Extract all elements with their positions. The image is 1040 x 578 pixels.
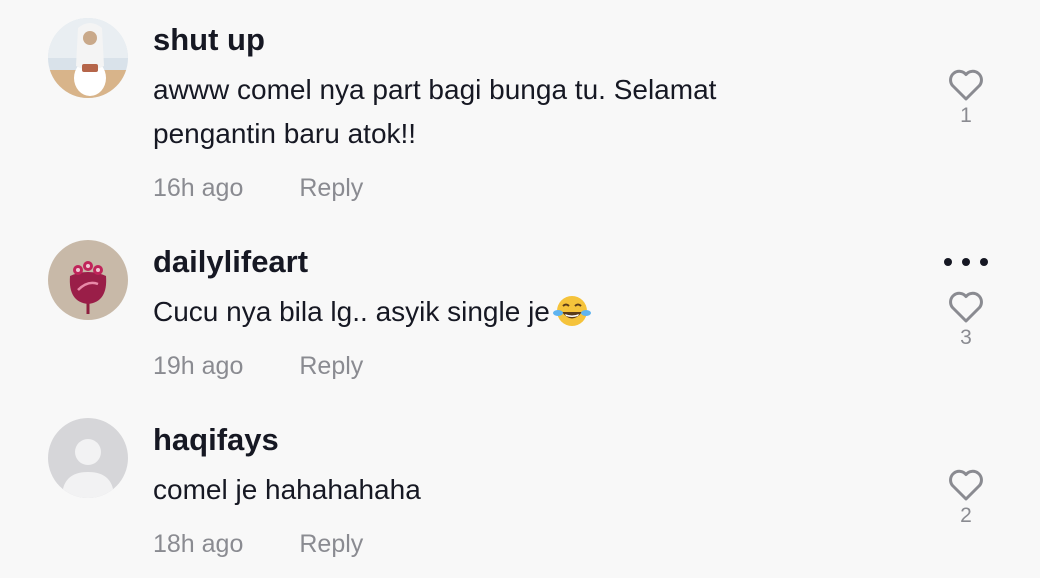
like-button[interactable]: 1 [940, 68, 992, 128]
heart-icon [949, 69, 983, 101]
face-with-tears-of-joy-icon [552, 296, 591, 326]
reply-button[interactable]: Reply [299, 168, 363, 208]
comment-list: shut up awww comel nya part bagi bunga t… [0, 0, 1040, 578]
heart-icon [949, 469, 983, 501]
dot-icon [980, 258, 988, 266]
comment-text: Cucu nya bila lg.. asyik single je [153, 290, 913, 334]
comment-text-content: Cucu nya bila lg.. asyik single je [153, 296, 550, 327]
reply-button[interactable]: Reply [299, 346, 363, 386]
comment-text: comel je hahahahaha [153, 474, 421, 505]
dot-icon [962, 258, 970, 266]
reply-button[interactable]: Reply [299, 524, 363, 564]
like-count: 2 [960, 504, 972, 527]
username[interactable]: dailylifeart [153, 240, 913, 284]
username[interactable]: haqifays [153, 418, 913, 462]
more-options-button[interactable] [944, 254, 988, 270]
comment-meta: 19h ago Reply [153, 346, 913, 386]
comment-text: awww comel nya part bagi bunga tu. Selam… [153, 74, 717, 149]
comment-meta: 18h ago Reply [153, 524, 913, 564]
comment-body: shut up awww comel nya part bagi bunga t… [153, 18, 913, 208]
avatar[interactable] [48, 18, 128, 98]
comment-body: haqifays comel je hahahahaha 18h ago Rep… [153, 418, 913, 564]
like-button[interactable]: 3 [940, 290, 992, 350]
dot-icon [944, 258, 952, 266]
default-avatar-icon [48, 418, 128, 498]
avatar-flower-icon [48, 240, 128, 320]
avatar-photo-icon [48, 18, 128, 98]
heart-icon [949, 291, 983, 323]
timestamp: 18h ago [153, 530, 244, 558]
timestamp: 19h ago [153, 352, 244, 380]
comment-body: dailylifeart Cucu nya bila lg.. asyik si… [153, 240, 913, 386]
avatar[interactable] [48, 418, 128, 498]
comment-meta: 16h ago Reply [153, 168, 913, 208]
like-count: 1 [960, 104, 972, 127]
username[interactable]: shut up [153, 18, 913, 62]
avatar[interactable] [48, 240, 128, 320]
timestamp: 16h ago [153, 174, 244, 202]
like-button[interactable]: 2 [940, 468, 992, 528]
like-count: 3 [960, 326, 972, 349]
